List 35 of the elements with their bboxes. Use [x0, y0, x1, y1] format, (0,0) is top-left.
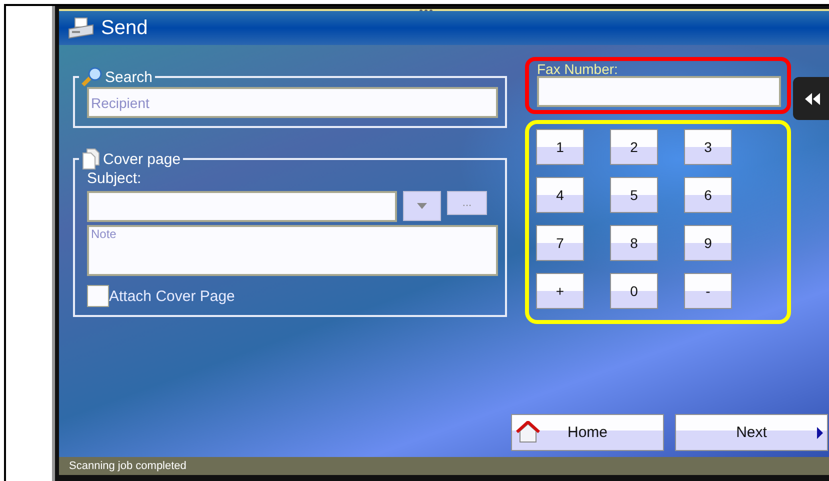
pages-icon — [81, 148, 101, 170]
keypad-key[interactable]: + — [536, 273, 584, 309]
window-title: Send — [101, 16, 148, 40]
caret-icon — [417, 203, 427, 209]
magnifier-icon — [81, 67, 103, 87]
home-button[interactable]: Home — [511, 414, 664, 451]
recipient-field[interactable]: Recipient — [87, 87, 498, 118]
keypad-key[interactable]: 3 — [684, 129, 732, 165]
collapse-button[interactable] — [793, 77, 829, 120]
play-arrow-icon — [817, 427, 823, 439]
double-left-arrow-icon — [805, 92, 821, 104]
subject-field[interactable] — [87, 191, 397, 222]
fax-number-label: Fax Number: — [537, 62, 619, 76]
keypad-key[interactable]: 6 — [684, 177, 732, 213]
keypad-key[interactable]: 7 — [536, 225, 584, 261]
next-button[interactable]: Next — [675, 414, 828, 451]
dropdown-button[interactable] — [403, 191, 441, 221]
house-icon — [516, 421, 540, 443]
keypad-key[interactable]: 8 — [610, 225, 658, 261]
status-text: Scanning job completed — [69, 460, 186, 472]
checkbox-label: Attach Cover Page — [109, 288, 235, 304]
keypad-key[interactable]: 2 — [610, 129, 658, 165]
fax-number-field[interactable] — [537, 76, 781, 107]
fax-machine-icon — [67, 17, 95, 39]
group-title: Search — [105, 68, 153, 86]
keypad-key[interactable]: 9 — [684, 225, 732, 261]
keypad-key[interactable]: 4 — [536, 177, 584, 213]
attach-checkbox[interactable] — [87, 285, 109, 307]
keypad-key[interactable]: - — [684, 273, 732, 309]
keypad-key[interactable]: 5 — [610, 177, 658, 213]
keypad-key[interactable]: 1 — [536, 129, 584, 165]
subject-label: Subject: — [87, 170, 142, 187]
keypad-key[interactable]: 0 — [610, 273, 658, 309]
group-title: Cover page — [103, 150, 181, 168]
note-field[interactable]: Note — [87, 225, 498, 276]
